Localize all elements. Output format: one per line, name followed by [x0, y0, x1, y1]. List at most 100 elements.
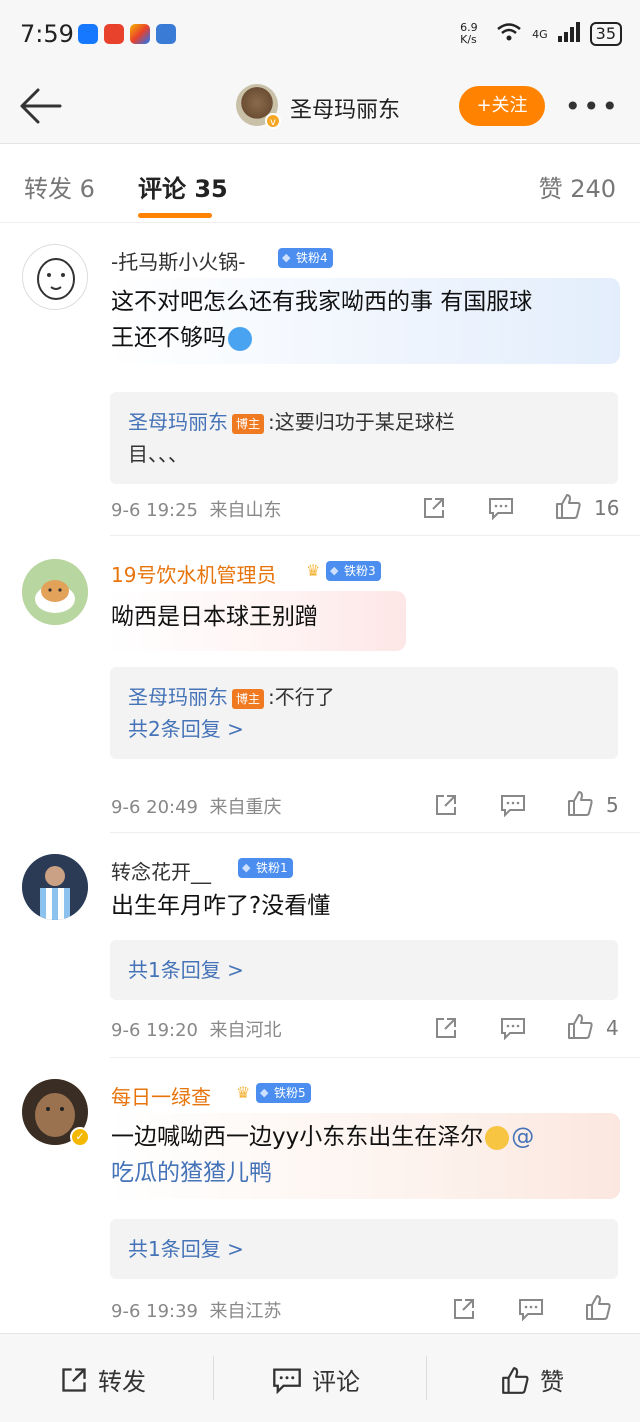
reply-preview[interactable]: 共1条回复 > — [110, 940, 618, 1000]
view-replies-link[interactable]: 共1条回复 > — [128, 958, 244, 982]
like-button[interactable] — [554, 492, 582, 525]
follow-button[interactable]: +关注 — [459, 86, 545, 126]
comment-text: 一边喊呦西一边yy小东东出生在泽尔 @ 吃瓜的猹猹儿鸭 — [111, 1119, 621, 1191]
like-button[interactable] — [584, 1293, 612, 1326]
tab-comment[interactable]: 评论 35 — [138, 169, 228, 204]
reply-text: :不行了 — [268, 685, 335, 709]
comment-text: 呦西是日本球王别蹭 — [111, 604, 318, 630]
status-time: 7:59 — [20, 20, 74, 48]
like-count: 4 — [606, 1016, 619, 1040]
reply-author[interactable]: 圣母玛丽东 — [128, 685, 228, 709]
comment-item: 转念花开__ 铁粉1 出生年月咋了?没看懂 共1条回复 > 9-6 19:20 … — [0, 834, 640, 1058]
comment-text: 这不对吧怎么还有我家呦西的事 有国服球 王还不够吗 — [111, 284, 621, 356]
status-right: 6.9 K/s 4G 35 — [460, 22, 622, 46]
comment-item: -托马斯小火锅- 铁粉4 这不对吧怎么还有我家呦西的事 有国服球 王还不够吗 圣… — [0, 224, 640, 536]
comment-meta: 9-6 20:49 来自重庆 — [111, 793, 281, 819]
like-button[interactable] — [566, 789, 594, 822]
comment-location: 来自河北 — [209, 1020, 282, 1041]
comment-time: 9-6 20:49 — [111, 797, 198, 818]
comment-text-line: 这不对吧怎么还有我家呦西的事 有国服球 — [111, 289, 533, 315]
fan-badge: 铁粉5 — [256, 1083, 311, 1103]
repost-button[interactable]: 转发 — [60, 1362, 146, 1397]
comment-label: 评论 — [312, 1368, 360, 1396]
verified-icon: v — [265, 113, 281, 129]
comment-location: 来自山东 — [209, 500, 282, 521]
comment-text: 出生年月咋了?没看懂 — [111, 893, 331, 919]
comment-username[interactable]: -托马斯小火锅- — [111, 246, 245, 275]
status-bar: 7:59 6.9 K/s 4G 35 — [0, 0, 640, 70]
comment-meta: 9-6 19:20 来自河北 — [111, 1016, 281, 1042]
reply-icon[interactable] — [488, 496, 514, 525]
comment-meta: 9-6 19:39 来自江苏 — [111, 1297, 281, 1323]
comment-username[interactable]: 每日一绿查 — [111, 1081, 211, 1110]
footballer-icon — [22, 854, 88, 920]
wifi-icon — [496, 22, 522, 46]
user-avatar[interactable]: ✓ — [22, 1079, 90, 1147]
thumbs-up-icon — [568, 791, 593, 816]
comment-text-line: 王还不够吗 — [111, 325, 226, 351]
signal-icon — [557, 22, 580, 46]
fan-badge: 铁粉3 — [326, 561, 381, 581]
comment-location: 来自江苏 — [209, 1301, 282, 1322]
thumbs-up-icon — [586, 1295, 611, 1320]
comment-icon — [273, 1367, 301, 1394]
share-icon[interactable] — [422, 496, 446, 525]
author-avatar[interactable]: v — [236, 84, 281, 129]
emoji-icon — [228, 326, 252, 351]
like-count: 16 — [594, 496, 620, 520]
mention-link[interactable]: @ — [511, 1124, 534, 1150]
like-count: 5 — [606, 793, 619, 817]
share-icon[interactable] — [434, 1016, 458, 1045]
app-multicolor-icon — [130, 24, 150, 44]
view-replies-link[interactable]: 共1条回复 > — [128, 1237, 244, 1261]
app-blue-icon — [156, 24, 176, 44]
bar-separator — [426, 1356, 427, 1400]
reply-preview[interactable]: 圣母玛丽东 博主:不行了 共2条回复 > — [110, 667, 618, 759]
reply-author[interactable]: 圣母玛丽东 — [128, 410, 228, 434]
owner-tag: 博主 — [232, 413, 265, 434]
comment-location: 来自重庆 — [209, 797, 282, 818]
comment-username[interactable]: 19号饮水机管理员 — [111, 559, 276, 588]
share-icon[interactable] — [434, 793, 458, 822]
crown-icon: ♛ — [236, 1083, 251, 1102]
tab-like[interactable]: 赞 240 — [539, 169, 616, 204]
reply-icon[interactable] — [500, 1016, 526, 1045]
like-button[interactable] — [566, 1012, 594, 1045]
more-options-icon[interactable]: ••• — [564, 90, 620, 123]
tab-repost[interactable]: 转发 6 — [24, 169, 95, 204]
smile-emoji-icon — [485, 1125, 510, 1150]
top-navigation: v 圣母玛丽东 +关注 ••• — [0, 70, 640, 144]
reply-icon[interactable] — [500, 793, 526, 822]
thumbs-up-icon — [556, 494, 581, 519]
back-arrow-icon — [20, 88, 62, 124]
user-avatar[interactable] — [22, 559, 88, 625]
reply-preview[interactable]: 圣母玛丽东 博主:这要归功于某足球栏 目、、、 — [110, 392, 618, 484]
reply-preview[interactable]: 共1条回复 > — [110, 1219, 618, 1279]
view-replies-link[interactable]: 共2条回复 > — [128, 717, 244, 741]
fan-badge: 铁粉4 — [278, 248, 333, 268]
app-red-icon — [104, 24, 124, 44]
bottom-action-bar: 转发 评论 赞 — [0, 1333, 640, 1422]
comment-item: 19号饮水机管理员 ♛ 铁粉3 呦西是日本球王别蹭 圣母玛丽东博主:不行了 共2… — [0, 537, 640, 833]
comment-text-line: 一边喊呦西一边yy小东东出生在泽尔 — [111, 1124, 484, 1150]
user-avatar[interactable] — [22, 244, 88, 310]
crown-icon: ♛ — [306, 561, 321, 580]
notification-icons — [78, 24, 176, 44]
detail-tabs: 转发 6 评论 35 赞 240 — [0, 145, 640, 223]
comment-time: 9-6 19:25 — [111, 500, 198, 521]
thumbs-up-icon — [568, 1014, 593, 1039]
owner-tag: 博主 — [232, 688, 265, 709]
fan-badge: 铁粉1 — [238, 858, 293, 878]
like-post-button[interactable]: 赞 — [500, 1362, 564, 1397]
user-avatar[interactable] — [22, 854, 88, 920]
comment-username[interactable]: 转念花开__ — [111, 856, 211, 885]
comment-time: 9-6 19:39 — [111, 1301, 198, 1322]
mention-link[interactable]: 吃瓜的猹猹儿鸭 — [111, 1160, 272, 1186]
thumbs-up-icon — [502, 1366, 529, 1394]
comment-divider — [110, 1057, 640, 1058]
comment-divider — [110, 832, 640, 833]
reply-icon[interactable] — [518, 1297, 544, 1326]
comment-button[interactable]: 评论 — [272, 1362, 360, 1397]
share-icon[interactable] — [452, 1297, 476, 1326]
back-button[interactable] — [18, 86, 62, 126]
